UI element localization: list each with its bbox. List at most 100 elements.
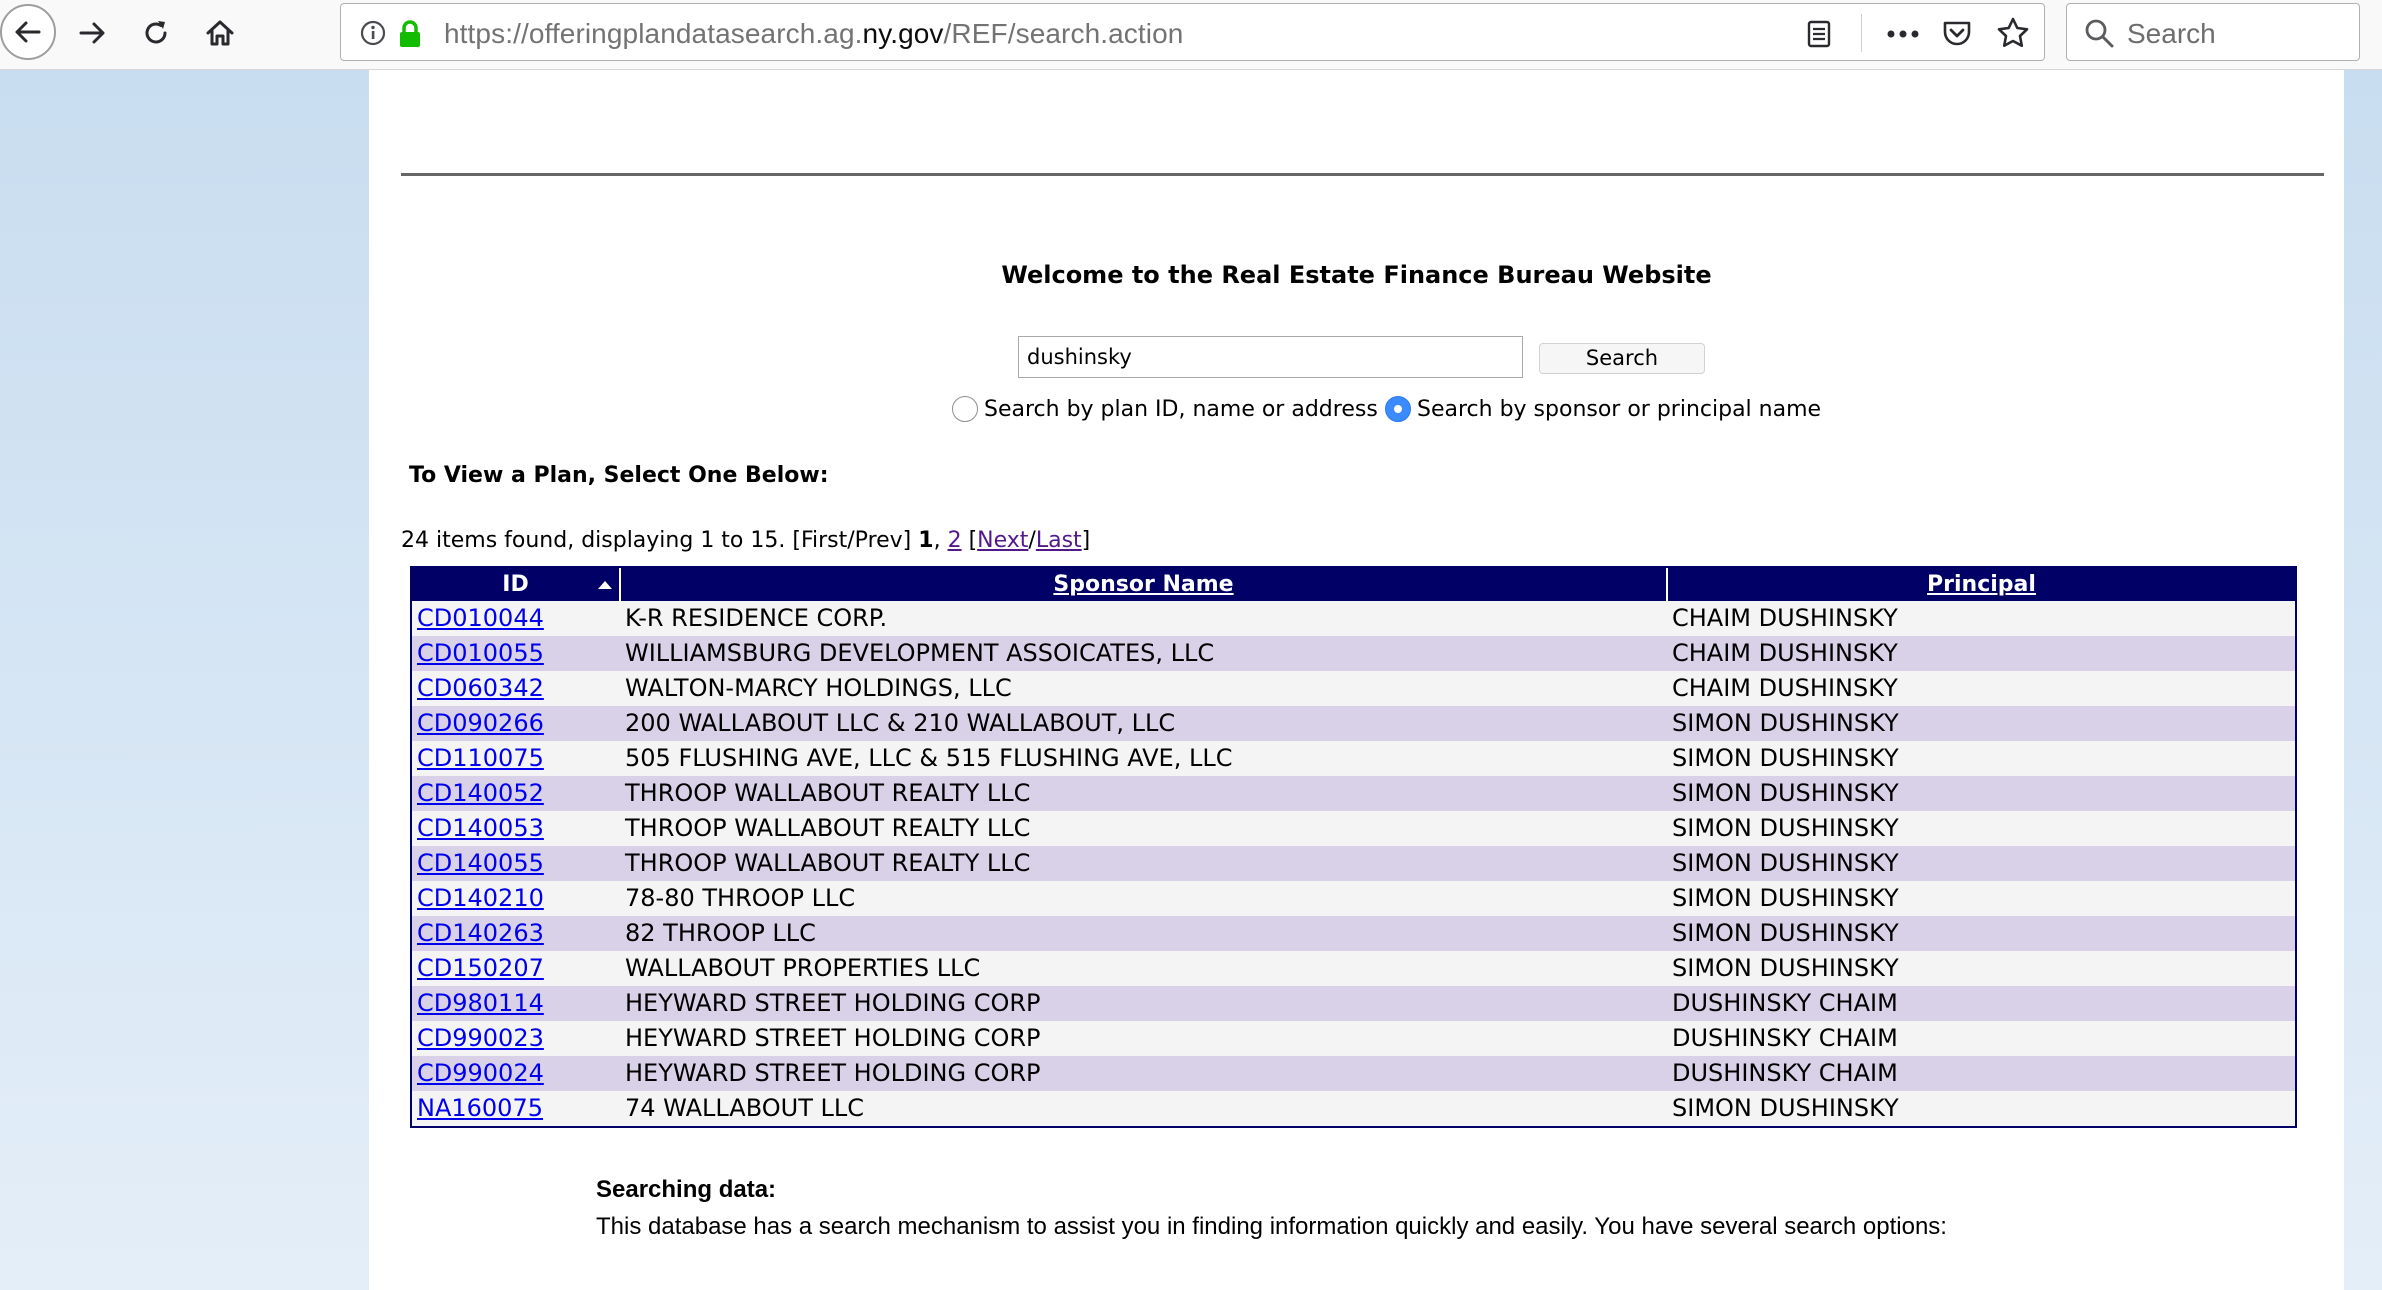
reload-button[interactable]	[128, 5, 184, 61]
cell-sponsor-name: THROOP WALLABOUT REALTY LLC	[625, 779, 1031, 807]
cell-principal: SIMON DUSHINSKY	[1672, 849, 1899, 877]
reader-view-icon[interactable]	[1806, 19, 1832, 49]
address-bar[interactable]: https://offeringplandatasearch.ag.ny.gov…	[340, 3, 2045, 61]
cell-sponsor-name: THROOP WALLABOUT REALTY LLC	[625, 814, 1031, 842]
last-link[interactable]: Last	[1036, 528, 1082, 553]
page-2-link[interactable]: 2	[948, 528, 962, 553]
star-icon[interactable]	[1996, 16, 2030, 50]
cell-sponsor-name: HEYWARD STREET HOLDING CORP	[625, 1059, 1041, 1087]
radio-plan[interactable]	[952, 396, 978, 422]
column-header-sponsor[interactable]: Sponsor Name	[621, 568, 1668, 601]
home-button[interactable]	[192, 5, 248, 61]
column-header-id-label: ID	[502, 572, 529, 597]
back-arrow-icon	[15, 21, 41, 43]
cell-principal: SIMON DUSHINSKY	[1672, 1094, 1899, 1122]
lock-icon[interactable]	[397, 19, 423, 49]
plan-id-link[interactable]: CD090266	[417, 709, 544, 737]
cell-sponsor-name: WILLIAMSBURG DEVELOPMENT ASSOICATES, LLC	[625, 639, 1215, 667]
table-row: CD140053 THROOP WALLABOUT REALTY LLC SIMON…	[412, 811, 2295, 846]
results-summary: 24 items found, displaying 1 to 15.	[401, 528, 786, 553]
plan-id-link[interactable]: CD140210	[417, 884, 544, 912]
table-row: CD010044 K-R RESIDENCE CORP. CHAIM DUSHINS…	[412, 601, 2295, 636]
plan-id-link[interactable]: CD010055	[417, 639, 544, 667]
forward-arrow-icon	[79, 22, 105, 44]
radio-option-plan[interactable]: Search by plan ID, name or address	[952, 393, 1378, 425]
plan-id-link[interactable]: CD150207	[417, 954, 544, 982]
cell-id: CD140055	[412, 846, 621, 881]
cell-sponsor-name: HEYWARD STREET HOLDING CORP	[625, 989, 1041, 1017]
cell-sponsor-name: 74 WALLABOUT LLC	[625, 1094, 865, 1122]
cell-principal: SIMON DUSHINSKY	[1672, 779, 1899, 807]
cell-principal: SIMON DUSHINSKY	[1672, 709, 1899, 737]
plan-id-link[interactable]: CD110075	[417, 744, 544, 772]
table-row: CD110075 505 FLUSHING AVE, LLC & 515 FLUS…	[412, 741, 2295, 776]
cell-sponsor-name: 200 WALLABOUT LLC & 210 WALLABOUT, LLC	[625, 709, 1176, 737]
table-body: CD010044 K-R RESIDENCE CORP. CHAIM DUSHINS…	[412, 601, 2295, 1126]
plan-id-link[interactable]: NA160075	[417, 1094, 543, 1122]
plan-id-link[interactable]: CD010044	[417, 604, 544, 632]
info-icon[interactable]	[359, 19, 387, 47]
table-row: CD990024 HEYWARD STREET HOLDING CORP DUSHI…	[412, 1056, 2295, 1091]
browser-search-placeholder: Search	[2127, 18, 2216, 49]
search-icon	[2085, 19, 2114, 48]
cell-principal: SIMON DUSHINSKY	[1672, 919, 1899, 947]
table-row: CD980114 HEYWARD STREET HOLDING CORP DUSHI…	[412, 986, 2295, 1021]
plan-id-link[interactable]: CD140053	[417, 814, 544, 842]
next-link[interactable]: Next	[977, 528, 1028, 553]
plan-id-link[interactable]: CD060342	[417, 674, 544, 702]
table-row: NA160075 74 WALLABOUT LLC SIMON DUSHINSKY	[412, 1091, 2295, 1126]
pocket-icon[interactable]	[1941, 18, 1973, 50]
plan-id-link[interactable]: CD990024	[417, 1059, 544, 1087]
table-row: CD140263 82 THROOP LLC SIMON DUSHINSKY	[412, 916, 2295, 951]
searching-data-text: This database has a search mechanism to …	[596, 1213, 1947, 1240]
cell-sponsor-name: WALTON-MARCY HOLDINGS, LLC	[625, 674, 1012, 702]
urlbar-divider	[1861, 14, 1862, 52]
url-prefix: https://offeringplandatasearch.ag.	[444, 18, 863, 49]
search-input[interactable]: dushinsky	[1018, 336, 1523, 378]
cell-sponsor-name: 505 FLUSHING AVE, LLC & 515 FLUSHING AVE…	[625, 744, 1233, 772]
cell-principal: DUSHINSKY CHAIM	[1672, 1059, 1898, 1087]
radio-sponsor[interactable]	[1385, 396, 1411, 422]
sort-ascending-icon	[598, 581, 612, 589]
current-page: 1	[918, 528, 934, 553]
url-text[interactable]: https://offeringplandatasearch.ag.ny.gov…	[444, 18, 1183, 50]
first-prev-label: [First/Prev]	[792, 528, 912, 553]
search-button[interactable]: Search	[1539, 343, 1705, 374]
column-header-principal[interactable]: Principal	[1668, 568, 2295, 601]
plan-id-link[interactable]: CD990023	[417, 1024, 544, 1052]
browser-search-bar[interactable]: Search	[2066, 3, 2360, 61]
url-suffix: /REF/search.action	[943, 18, 1184, 49]
cell-sponsor-name: K-R RESIDENCE CORP.	[625, 604, 888, 632]
forward-button[interactable]	[64, 5, 120, 61]
cell-id: CD980114	[412, 986, 621, 1021]
table-row: CD010055 WILLIAMSBURG DEVELOPMENT ASSOICA…	[412, 636, 2295, 671]
cell-principal: SIMON DUSHINSKY	[1672, 884, 1899, 912]
cell-principal: SIMON DUSHINSKY	[1672, 744, 1899, 772]
cell-id: CD140210	[412, 881, 621, 916]
table-row: CD140055 THROOP WALLABOUT REALTY LLC SIMON…	[412, 846, 2295, 881]
select-plan-heading: To View a Plan, Select One Below:	[409, 463, 829, 488]
cell-id: CD140053	[412, 811, 621, 846]
cell-sponsor-name: WALLABOUT PROPERTIES LLC	[625, 954, 981, 982]
cell-principal: SIMON DUSHINSKY	[1672, 954, 1899, 982]
cell-id: CD010044	[412, 601, 621, 636]
cell-id: CD150207	[412, 951, 621, 986]
column-header-id[interactable]: ID	[412, 568, 621, 601]
results-table: ID Sponsor Name Principal CD010044 K-R RE…	[410, 566, 2297, 1128]
radio-option-sponsor[interactable]: Search by sponsor or principal name	[1385, 393, 1821, 425]
radio-sponsor-label: Search by sponsor or principal name	[1417, 396, 1822, 422]
plan-id-link[interactable]: CD140052	[417, 779, 544, 807]
table-row: CD060342 WALTON-MARCY HOLDINGS, LLC CHAIM …	[412, 671, 2295, 706]
cell-id: CD110075	[412, 741, 621, 776]
plan-id-link[interactable]: CD980114	[417, 989, 544, 1017]
more-actions-icon[interactable]	[1886, 29, 1920, 39]
plan-id-link[interactable]: CD140055	[417, 849, 544, 877]
table-row: CD150207 WALLABOUT PROPERTIES LLC SIMON DU…	[412, 951, 2295, 986]
column-header-sponsor-label: Sponsor Name	[1053, 572, 1234, 597]
table-header: ID Sponsor Name Principal	[412, 568, 2295, 601]
plan-id-link[interactable]: CD140263	[417, 919, 544, 947]
browser-toolbar: https://offeringplandatasearch.ag.ny.gov…	[0, 0, 2382, 70]
back-button[interactable]	[0, 4, 56, 60]
cell-sponsor-name: THROOP WALLABOUT REALTY LLC	[625, 849, 1031, 877]
cell-sponsor-name: 78-80 THROOP LLC	[625, 884, 856, 912]
